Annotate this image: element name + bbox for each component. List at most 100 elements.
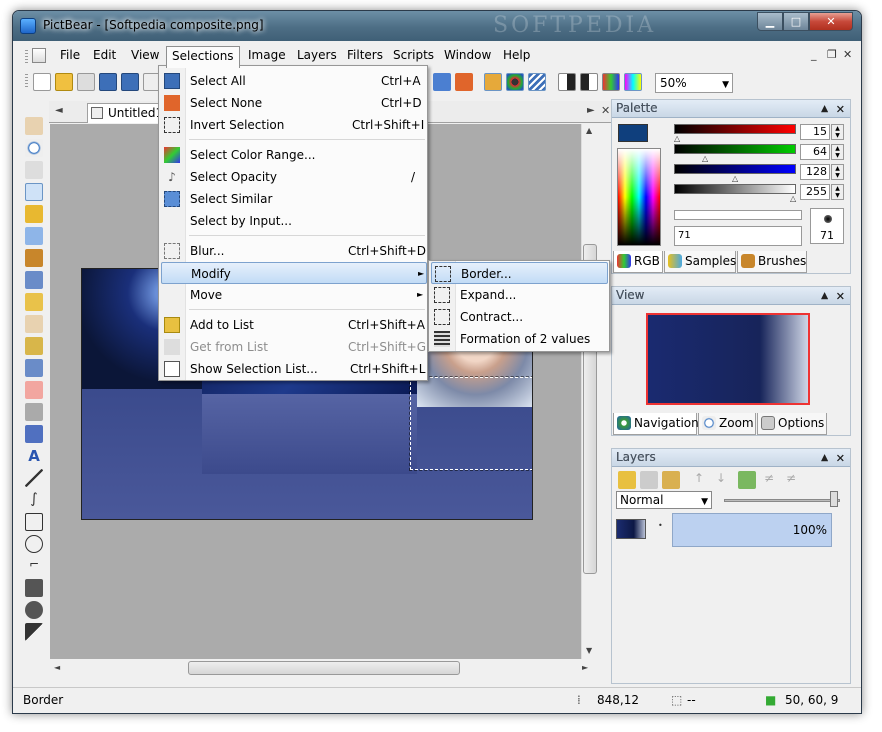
layer-opacity-bar[interactable]: 100% xyxy=(672,513,832,547)
brush-preview[interactable]: 71 xyxy=(810,208,844,244)
layer-properties-icon[interactable] xyxy=(662,471,680,489)
gradient-tool-icon[interactable] xyxy=(25,403,43,421)
submenu-item-contract[interactable]: Contract... xyxy=(431,306,608,328)
tab-scroll-left-icon[interactable]: ◄ xyxy=(55,105,63,116)
blue-value[interactable]: 128 xyxy=(800,164,830,180)
menu-item-select-all[interactable]: Select All Ctrl+A xyxy=(161,70,425,92)
brush-tool-icon[interactable] xyxy=(25,249,43,267)
menu-view[interactable]: View xyxy=(126,46,164,66)
tab-options[interactable]: Options xyxy=(757,413,827,435)
open-folder-icon[interactable] xyxy=(55,73,73,91)
filled-rect-tool-icon[interactable] xyxy=(25,579,43,597)
tab-navigation[interactable]: Navigation xyxy=(613,413,699,435)
green-slider[interactable] xyxy=(674,144,796,154)
panel-close-icon[interactable]: ✕ xyxy=(836,101,845,118)
menu-item-select-color-range[interactable]: Select Color Range... xyxy=(161,144,425,166)
selection-marquee[interactable] xyxy=(409,376,532,471)
lasso-tool-icon[interactable] xyxy=(25,205,43,223)
horizontal-scroll-thumb[interactable] xyxy=(188,661,460,675)
smudge-tool-icon[interactable] xyxy=(25,315,43,333)
save-all-icon[interactable] xyxy=(121,73,139,91)
blue-slider[interactable] xyxy=(674,164,796,174)
text-tool-icon[interactable]: A xyxy=(25,447,43,465)
flatten-icon[interactable]: ≠ xyxy=(782,471,800,489)
line-tool-icon[interactable] xyxy=(25,469,43,487)
brush-size-slider[interactable] xyxy=(674,210,802,220)
fill-tool-icon[interactable] xyxy=(25,425,43,443)
alpha-spinner[interactable]: ▲ ▼ xyxy=(831,184,844,200)
zoom-select[interactable]: 50% ▼ xyxy=(655,73,733,93)
color-spectrum[interactable] xyxy=(617,148,661,246)
layer-up-icon[interactable]: ↑ xyxy=(690,471,708,489)
menu-item-select-none[interactable]: Select None Ctrl+D xyxy=(161,92,425,114)
merge-visible-icon[interactable]: ≠ xyxy=(760,471,778,489)
menu-item-select-opacity[interactable]: ♪ Select Opacity / xyxy=(161,166,425,188)
menu-item-blur[interactable]: Blur... Ctrl+Shift+D xyxy=(161,240,426,262)
menu-item-select-similar[interactable]: Select Similar xyxy=(161,188,425,210)
horizontal-scrollbar[interactable]: ◄ ► xyxy=(50,659,598,677)
eraser-tool-icon[interactable] xyxy=(25,381,43,399)
pin-icon[interactable]: ▲ xyxy=(821,288,828,305)
paste-image-icon[interactable] xyxy=(455,73,473,91)
menu-window[interactable]: Window xyxy=(439,46,496,66)
layer-down-icon[interactable]: ↓ xyxy=(712,471,730,489)
panel-close-icon[interactable]: ✕ xyxy=(836,450,845,467)
pin-icon[interactable]: ▲ xyxy=(821,450,828,467)
tab-brushes[interactable]: Brushes xyxy=(737,251,807,273)
submenu-item-border[interactable]: Border... xyxy=(431,262,608,284)
histogram-icon[interactable] xyxy=(602,73,620,91)
menu-selections[interactable]: Selections xyxy=(166,46,240,68)
menu-item-invert-selection[interactable]: Invert Selection Ctrl+Shift+I xyxy=(161,114,425,136)
layer-row[interactable]: • 100% xyxy=(616,513,844,547)
menu-item-show-selection-list[interactable]: Show Selection List... Ctrl+Shift+L xyxy=(161,358,425,380)
menu-filters[interactable]: Filters xyxy=(342,46,388,66)
red-value[interactable]: 15 xyxy=(800,124,830,140)
pen-tool-icon[interactable] xyxy=(25,227,43,245)
mdi-close-icon[interactable]: ✕ xyxy=(843,48,852,61)
pin-icon[interactable]: ▲ xyxy=(821,101,828,118)
blend-mode-select[interactable]: Normal ▼ xyxy=(616,491,712,509)
mdi-restore-icon[interactable]: ❐ xyxy=(827,48,837,61)
menu-item-modify[interactable]: Modify ► xyxy=(161,262,427,284)
scroll-up-icon[interactable]: ▲ xyxy=(586,126,592,135)
scroll-right-icon[interactable]: ► xyxy=(582,663,588,672)
scroll-left-icon[interactable]: ◄ xyxy=(54,663,60,672)
delete-layer-icon[interactable] xyxy=(640,471,658,489)
tab-rgb[interactable]: RGB xyxy=(613,251,663,273)
color-wheel-icon[interactable] xyxy=(506,73,524,91)
menu-item-select-by-input[interactable]: Select by Input... xyxy=(161,210,425,232)
alpha-slider[interactable] xyxy=(674,184,796,194)
panel-close-icon[interactable]: ✕ xyxy=(836,288,845,305)
vertical-scrollbar[interactable]: ▲ ▼ xyxy=(581,124,598,659)
close-button[interactable]: ✕ xyxy=(809,12,853,31)
zoom-tool-icon[interactable] xyxy=(25,139,43,157)
menu-edit[interactable]: Edit xyxy=(88,46,121,66)
polygon-tool-icon[interactable]: ⌐ xyxy=(25,557,43,575)
dropper-tool-icon[interactable] xyxy=(25,359,43,377)
new-layer-icon[interactable] xyxy=(618,471,636,489)
layer-visibility-icon[interactable]: • xyxy=(658,521,663,530)
airbrush-tool-icon[interactable] xyxy=(25,271,43,289)
layer-opacity-slider[interactable] xyxy=(724,499,840,502)
invert-icon[interactable] xyxy=(580,73,598,91)
tab-close-icon[interactable]: ✕ xyxy=(601,104,610,117)
pencil-tool-icon[interactable] xyxy=(25,293,43,311)
scroll-down-icon[interactable]: ▼ xyxy=(586,646,592,655)
minimize-button[interactable]: ▁ xyxy=(757,12,783,31)
maximize-button[interactable]: □ xyxy=(783,12,809,31)
navigation-thumbnail[interactable] xyxy=(646,313,810,405)
tab-samples[interactable]: Samples xyxy=(664,251,736,273)
stamp-tool-icon[interactable] xyxy=(25,337,43,355)
menu-layers[interactable]: Layers xyxy=(292,46,342,66)
alpha-value[interactable]: 255 xyxy=(800,184,830,200)
red-spinner[interactable]: ▲ ▼ xyxy=(831,124,844,140)
layer-opacity-knob[interactable] xyxy=(830,491,838,507)
foreground-color-swatch[interactable] xyxy=(618,124,648,142)
red-slider[interactable] xyxy=(674,124,796,134)
mdi-minimize-icon[interactable]: _ xyxy=(811,48,817,61)
brush-opacity-box[interactable]: 71 xyxy=(674,226,802,246)
blue-spinner[interactable]: ▲ ▼ xyxy=(831,164,844,180)
hand-tool-icon[interactable] xyxy=(25,117,43,135)
menu-help[interactable]: Help xyxy=(498,46,535,66)
save-icon[interactable] xyxy=(99,73,117,91)
